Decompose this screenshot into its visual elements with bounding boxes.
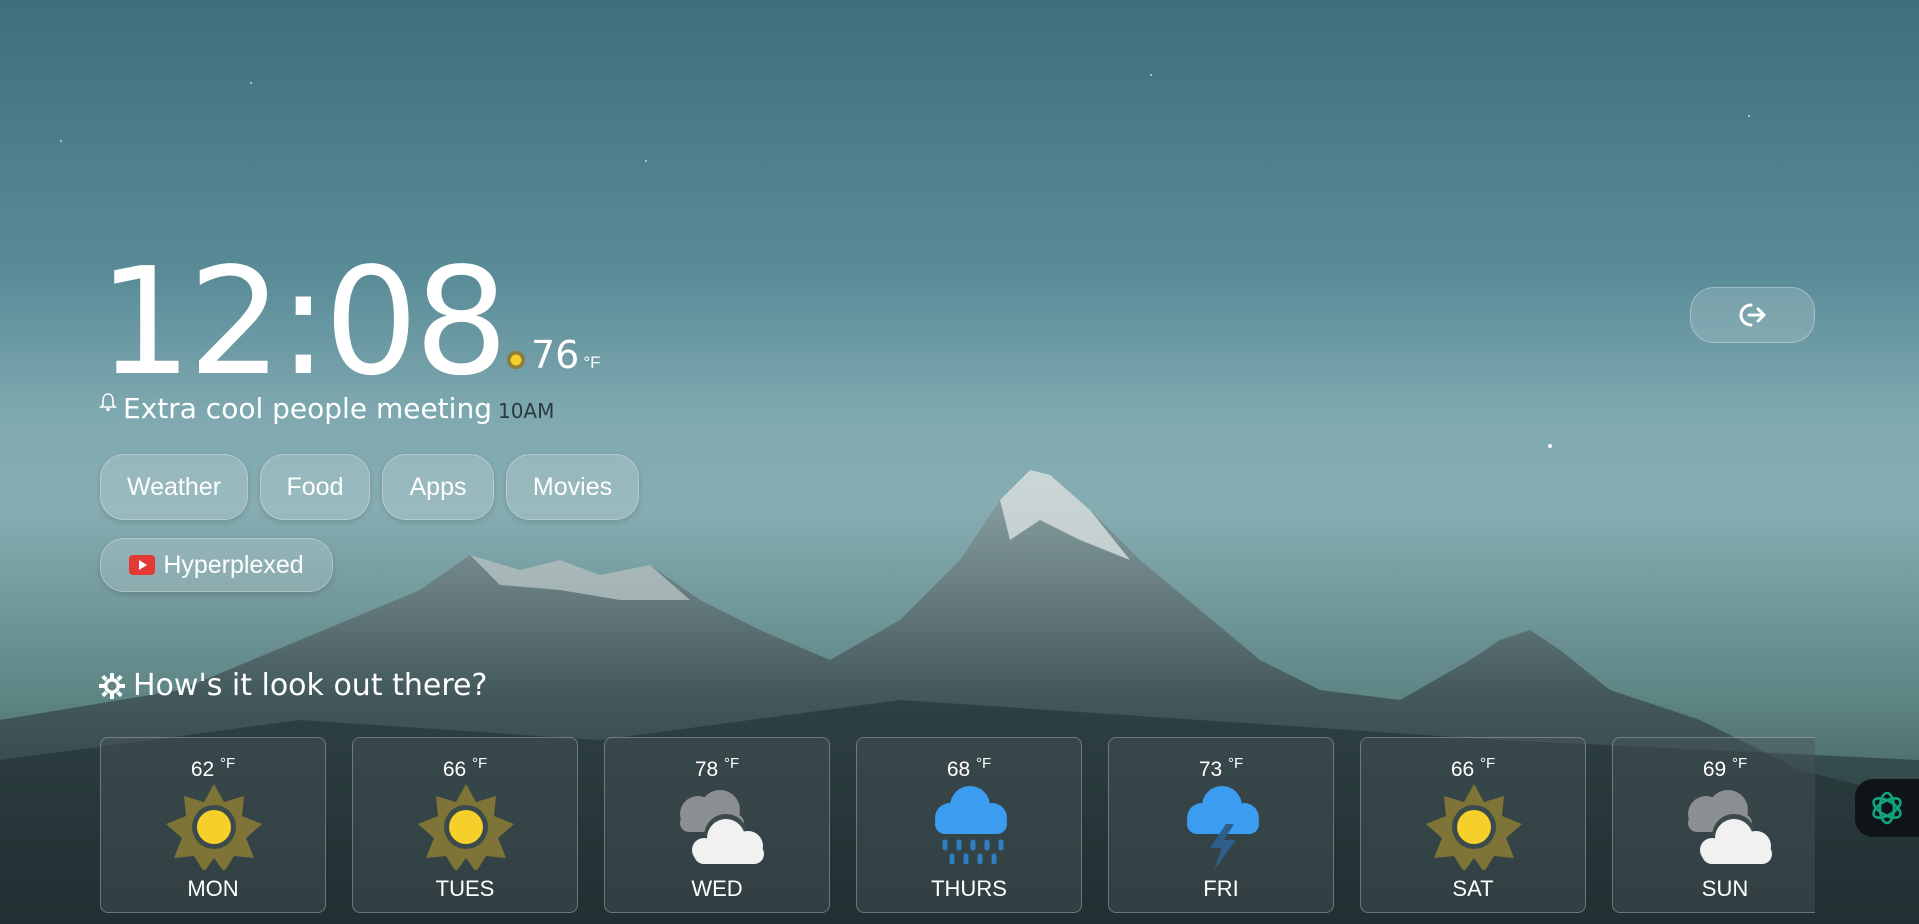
- temp-unit: °F: [976, 755, 992, 772]
- forecast-day-card: 78 °F WED: [604, 737, 830, 913]
- temp-unit: °F: [1732, 755, 1748, 772]
- sun-gear-icon: [99, 672, 125, 699]
- day-temp: 78: [694, 758, 719, 781]
- current-temp: 76: [531, 333, 580, 377]
- day-name: TUES: [435, 876, 495, 901]
- reminder-title: Extra cool people meeting: [123, 392, 492, 425]
- temp-unit: °F: [220, 755, 236, 772]
- forecast-day-card: 66 °F TUES: [352, 737, 578, 913]
- temp-unit: °F: [1228, 755, 1244, 772]
- forecast-title: How's it look out there?: [133, 668, 488, 703]
- day-temp: 69: [1702, 758, 1727, 781]
- forecast-header: How's it look out there?: [99, 668, 487, 703]
- day-temp: 62: [190, 758, 215, 781]
- current-weather: 76 °F: [505, 333, 601, 377]
- bell-icon: [99, 393, 117, 412]
- sun-icon: [507, 351, 525, 369]
- day-name: WED: [691, 876, 743, 901]
- thunderstorm-icon: [1187, 786, 1259, 870]
- day-name: FRI: [1203, 876, 1239, 901]
- youtube-icon: [129, 555, 156, 575]
- forecast-day-card: 73 °F FRI: [1108, 737, 1334, 913]
- day-temp: 68: [946, 758, 971, 781]
- day-name: THURS: [931, 876, 1007, 901]
- forecast-day-card: 62 °F MON: [100, 737, 326, 913]
- forecast-day-card: 68 °F THURS: [856, 737, 1082, 913]
- sunny-icon: [1426, 784, 1522, 870]
- cloudy-icon: [680, 790, 764, 864]
- link-movies-button[interactable]: Movies: [506, 454, 639, 520]
- reminder: Extra cool people meeting 10AM: [99, 392, 554, 425]
- link-weather-button[interactable]: Weather: [100, 454, 248, 520]
- reminder-time: 10AM: [497, 399, 555, 423]
- logout-button[interactable]: [1690, 287, 1815, 343]
- day-temp: 66: [442, 758, 467, 781]
- cloudy-icon: [1688, 790, 1772, 864]
- sunny-icon: [418, 784, 514, 870]
- link-hyperplexed-label: Hyperplexed: [163, 550, 304, 579]
- assistant-button[interactable]: [1855, 779, 1919, 837]
- day-temp: 73: [1198, 758, 1223, 781]
- temp-unit: °F: [1480, 755, 1496, 772]
- clock-time: 12:08: [98, 236, 509, 408]
- openai-icon: [1872, 791, 1902, 825]
- logout-icon: [1739, 303, 1765, 327]
- temp-unit: °F: [472, 755, 488, 772]
- link-hyperplexed-button[interactable]: Hyperplexed: [100, 538, 333, 592]
- sunny-icon: [166, 784, 262, 870]
- link-apps-button[interactable]: Apps: [382, 454, 494, 520]
- day-name: SUN: [1701, 876, 1749, 901]
- link-food-button[interactable]: Food: [260, 454, 370, 520]
- rain-icon: [935, 786, 1007, 865]
- day-name: SAT: [1452, 876, 1494, 901]
- temp-unit: °F: [724, 755, 740, 772]
- day-name: MON: [187, 876, 239, 901]
- forecast-day-card: 66 °F SAT: [1360, 737, 1586, 913]
- current-temp-unit: °F: [583, 353, 601, 372]
- day-temp: 66: [1450, 758, 1475, 781]
- forecast-day-card: 69 °F SUN: [1612, 737, 1815, 913]
